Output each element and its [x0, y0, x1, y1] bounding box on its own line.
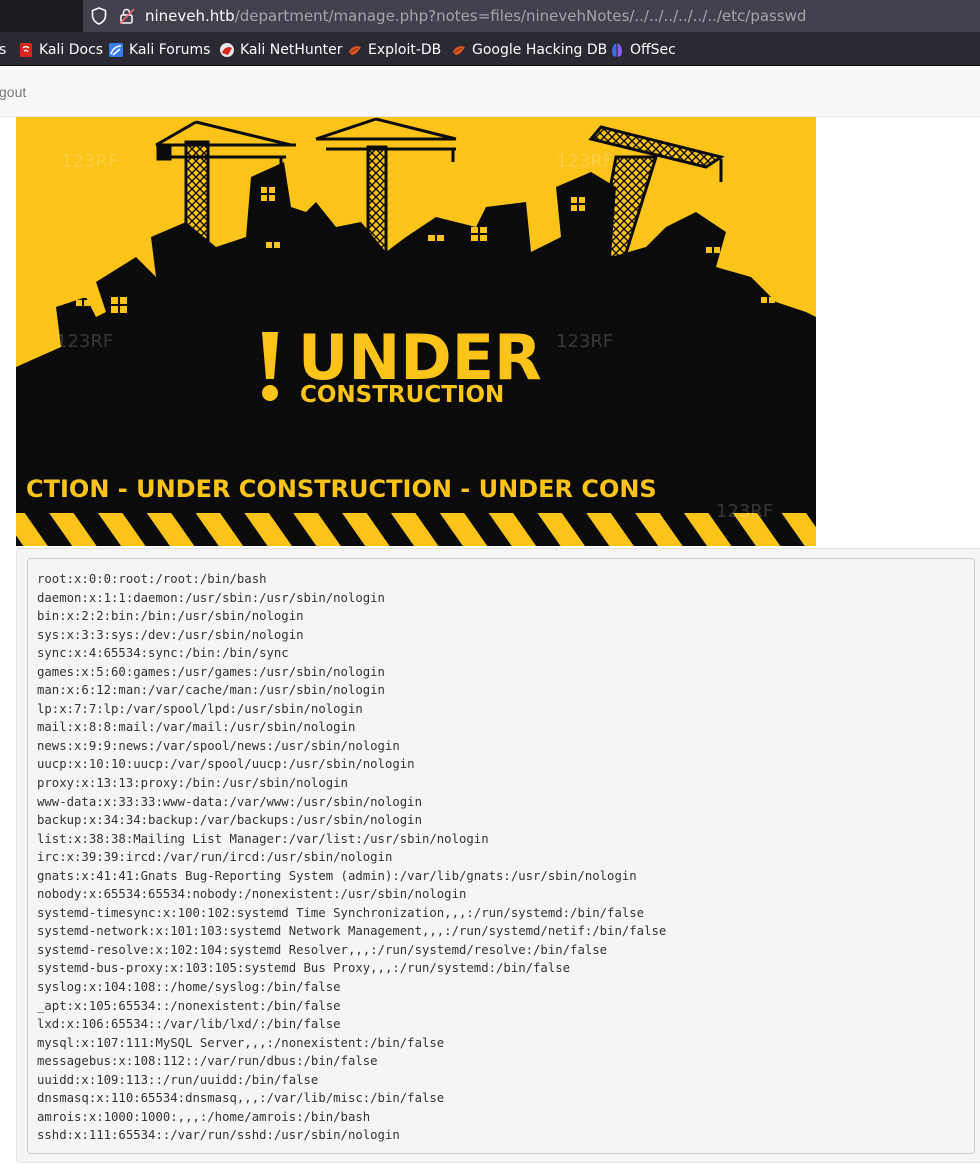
passwd-line: games:x:5:60:games:/usr/games:/usr/sbin/… [37, 664, 385, 679]
kali-nethunter-icon [219, 42, 235, 58]
address-bar[interactable]: nineveh.htb/department/manage.php?notes=… [83, 0, 980, 32]
logout-link[interactable]: gout [0, 84, 26, 100]
passwd-line: dnsmasq:x:110:65534:dnsmasq,,,:/var/lib/… [37, 1091, 445, 1106]
passwd-line: _apt:x:105:65534::/nonexistent:/bin/fals… [37, 998, 341, 1013]
kali-forums-icon [108, 42, 124, 58]
passwd-line: syslog:x:104:108::/home/syslog:/bin/fals… [37, 980, 341, 995]
url-host: nineveh.htb [145, 7, 235, 25]
bookmark-kali-forums[interactable]: Kali Forums [108, 41, 210, 59]
file-contents-pre: root:x:0:0:root:/root:/bin/bash daemon:x… [27, 558, 975, 1154]
passwd-line: lxd:x:106:65534::/var/lib/lxd/:/bin/fals… [37, 1017, 341, 1032]
passwd-line: uuidd:x:109:113::/run/uuidd:/bin/false [37, 1072, 319, 1087]
passwd-line: sshd:x:111:65534::/var/run/sshd:/usr/sbi… [37, 1128, 400, 1143]
passwd-line: messagebus:x:108:112::/var/run/dbus:/bin… [37, 1054, 378, 1069]
watermark: 123RF [56, 331, 113, 352]
bookmark-label: OffSec [630, 42, 676, 58]
passwd-line: systemd-timesync:x:100:102:systemd Time … [37, 905, 645, 920]
passwd-line: uucp:x:10:10:uucp:/var/spool/uucp:/usr/s… [37, 757, 415, 772]
passwd-line: gnats:x:41:41:Gnats Bug-Reporting System… [37, 868, 637, 883]
passwd-line: www-data:x:33:33:www-data:/var/www:/usr/… [37, 794, 422, 809]
passwd-line: systemd-resolve:x:102:104:systemd Resolv… [37, 942, 608, 957]
passwd-line: systemd-network:x:101:103:systemd Networ… [37, 924, 667, 939]
bookmark-label: Google Hacking DB [472, 42, 608, 58]
bookmark-label: Kali NetHunter [240, 42, 343, 58]
url-path: /department/manage.php?notes=files/ninev… [234, 7, 807, 25]
bookmark-truncated[interactable]: s [0, 41, 6, 59]
passwd-line: root:x:0:0:root:/root:/bin/bash [37, 572, 267, 586]
bookmark-label: Kali Docs [39, 42, 104, 58]
passwd-line: mysql:x:107:111:MySQL Server,,,:/nonexis… [37, 1035, 445, 1050]
site-navbar: gout [0, 67, 980, 117]
watermark: 123RF [556, 151, 613, 172]
ghdb-icon [451, 42, 467, 58]
passwd-line: irc:x:39:39:ircd:/var/run/ircd:/usr/sbin… [37, 850, 393, 865]
passwd-line: news:x:9:9:news:/var/spool/news:/usr/sbi… [37, 738, 400, 753]
tracking-protection-shield-icon[interactable] [91, 7, 107, 25]
banner-text: CTION - UNDER CONSTRUCTION - UNDER CONS [26, 475, 657, 503]
under-construction-image: UNDER CONSTRUCTION CTION - UNDER CONSTRU… [16, 117, 816, 546]
bookmarks-toolbar: s Kali Docs Kali Forums Kali NetHunter E… [0, 32, 980, 66]
passwd-line: systemd-bus-proxy:x:103:105:systemd Bus … [37, 961, 571, 976]
passwd-line: mail:x:8:8:mail:/var/mail:/usr/sbin/nolo… [37, 720, 356, 735]
watermark: 123RF [61, 151, 118, 172]
bookmark-kali-nethunter[interactable]: Kali NetHunter [219, 41, 342, 59]
passwd-line: lp:x:7:7:lp:/var/spool/lpd:/usr/sbin/nol… [37, 701, 363, 716]
passwd-line: nobody:x:65534:65534:nobody:/nonexistent… [37, 887, 467, 902]
passwd-line: sync:x:4:65534:sync:/bin:/bin/sync [37, 646, 289, 661]
passwd-line: backup:x:34:34:backup:/var/backups:/usr/… [37, 813, 422, 828]
subheadline-text: CONSTRUCTION [300, 382, 504, 408]
browser-toolbar: nineveh.htb/department/manage.php?notes=… [0, 0, 980, 32]
bookmark-label: Exploit-DB [368, 42, 442, 58]
passwd-line: bin:x:2:2:bin:/bin:/usr/sbin/nologin [37, 609, 304, 624]
under-construction-illustration: UNDER CONSTRUCTION CTION - UNDER CONSTRU… [16, 117, 816, 546]
bookmark-offsec[interactable]: OffSec [609, 41, 676, 59]
passwd-line: proxy:x:13:13:proxy:/bin:/usr/sbin/nolog… [37, 776, 348, 791]
bookmark-kali-docs[interactable]: Kali Docs [18, 41, 103, 59]
bookmark-exploit-db[interactable]: Exploit-DB [347, 41, 441, 59]
passwd-line: list:x:38:38:Mailing List Manager:/var/l… [37, 831, 489, 846]
hazard-stripes [16, 513, 816, 546]
bookmark-label: Kali Forums [129, 42, 211, 58]
bookmark-google-hacking-db[interactable]: Google Hacking DB [451, 41, 607, 59]
passwd-line: man:x:6:12:man:/var/cache/man:/usr/sbin/… [37, 683, 385, 698]
passwd-line: amrois:x:1000:1000:,,,:/home/amrois:/bin… [37, 1109, 371, 1124]
lock-warning-icon[interactable] [119, 7, 135, 25]
watermark: 123RF [716, 501, 773, 522]
passwd-line: daemon:x:1:1:daemon:/usr/sbin:/usr/sbin/… [37, 590, 385, 605]
kali-docs-icon [18, 42, 34, 58]
passwd-line: sys:x:3:3:sys:/dev:/usr/sbin/nologin [37, 627, 304, 642]
exploit-db-icon [347, 42, 363, 58]
url-text[interactable]: nineveh.htb/department/manage.php?notes=… [145, 7, 806, 25]
bookmark-label: s [0, 42, 7, 58]
offsec-icon [609, 42, 625, 58]
watermark: 123RF [556, 331, 613, 352]
